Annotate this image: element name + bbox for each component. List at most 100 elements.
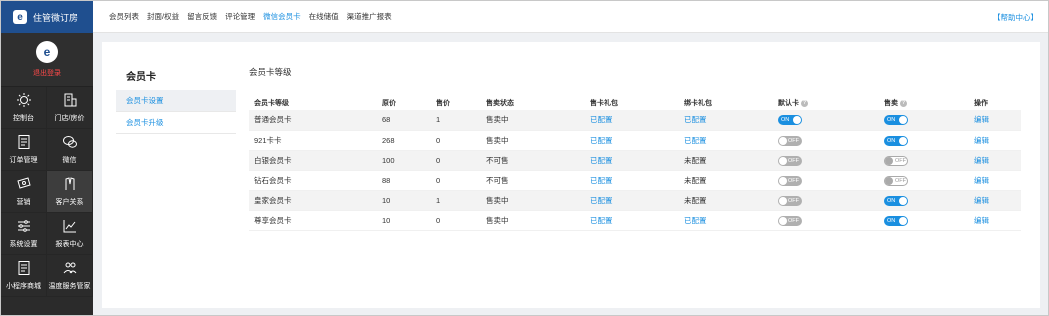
top-tab-3[interactable]: 评论管理 — [225, 11, 255, 22]
sell-toggle[interactable]: ON — [884, 215, 908, 226]
nav-item-7[interactable]: 报表中心 — [47, 213, 93, 255]
default-card-toggle[interactable]: OFF — [778, 195, 802, 206]
price-cell: 0 — [431, 170, 481, 191]
sub-nav: 会员卡 会员卡设置 会员卡升级 — [116, 60, 236, 134]
toggle-label: OFF — [788, 177, 799, 184]
default-card-cell: OFF — [773, 170, 879, 191]
brand[interactable]: e 住管微订房 — [1, 1, 93, 33]
toggle-label: OFF — [788, 217, 799, 224]
column-header: 原价 — [377, 98, 431, 110]
sell-toggle[interactable]: ON — [884, 135, 908, 146]
nav-item-6[interactable]: 系统设置 — [1, 213, 47, 255]
table-row: 尊享会员卡 10 0 售卖中 已配置 已配置 OFF ON 编辑 — [249, 210, 1021, 231]
sale-gift-link[interactable]: 已配置 — [585, 190, 679, 211]
column-header-label: 售价 — [436, 100, 450, 107]
nav-item-label: 营销 — [16, 199, 31, 206]
sell-toggle[interactable]: OFF — [884, 155, 908, 166]
toggle-knob — [885, 156, 893, 165]
sale-gift-link[interactable]: 已配置 — [585, 130, 679, 151]
sale-status-cell: 售卖中 — [481, 190, 585, 211]
nav-item-4[interactable]: 营销 — [1, 171, 47, 213]
content-panel: 会员卡 会员卡设置 会员卡升级 会员卡等级 会员卡等级 原价 售价 售卖状态 售卡礼包 绑卡… — [102, 42, 1040, 308]
sale-gift-link[interactable]: 已配置 — [585, 170, 679, 191]
table-row: 921卡卡 268 0 售卖中 已配置 已配置 OFF ON 编辑 — [249, 130, 1021, 151]
default-card-toggle[interactable]: OFF — [778, 175, 802, 186]
top-tab-1[interactable]: 封面/权益 — [147, 11, 179, 22]
edit-link[interactable]: 编辑 — [969, 190, 1021, 211]
column-header-label: 售卡礼包 — [590, 100, 618, 107]
nav-item-label: 客户关系 — [55, 199, 84, 206]
nav-item-label: 系统设置 — [9, 241, 38, 248]
level-cell: 921卡卡 — [249, 130, 377, 151]
default-card-toggle[interactable]: ON — [778, 115, 802, 126]
sale-status-cell: 不可售 — [481, 170, 585, 191]
table-row: 钻石会员卡 88 0 不可售 已配置 未配置 OFF OFF 编辑 — [249, 170, 1021, 191]
edit-link[interactable]: 编辑 — [969, 110, 1021, 131]
sell-cell: OFF — [879, 170, 969, 191]
level-cell: 皇家会员卡 — [249, 190, 377, 211]
edit-link[interactable]: 编辑 — [969, 210, 1021, 231]
bind-gift-cell: 未配置 — [679, 190, 773, 211]
price-cell: 0 — [431, 210, 481, 231]
toggle-label: ON — [887, 137, 896, 144]
section-title: 会员卡等级 — [249, 67, 292, 77]
nav-item-label: 报表中心 — [55, 241, 84, 248]
nav-item-label: 控制台 — [13, 115, 34, 122]
edit-link[interactable]: 编辑 — [969, 130, 1021, 151]
toggle-label: OFF — [895, 157, 906, 164]
top-tab-5[interactable]: 在线储值 — [309, 11, 339, 22]
question-icon[interactable]: ? — [900, 99, 907, 107]
avatar[interactable]: e — [36, 41, 58, 63]
member-card-levels: 会员卡等级 会员卡等级 原价 售价 售卖状态 售卡礼包 绑卡礼包 默认卡? 售卖? 操作 普通会… — [249, 66, 1021, 231]
default-card-toggle[interactable]: OFF — [778, 215, 802, 226]
question-icon[interactable]: ? — [801, 99, 808, 107]
toggle-knob — [779, 176, 787, 185]
toggle-knob — [885, 176, 893, 185]
bind-gift-link[interactable]: 已配置 — [679, 210, 773, 231]
nav-item-0[interactable]: 控制台 — [1, 87, 47, 129]
sale-gift-link[interactable]: 已配置 — [585, 150, 679, 171]
wechat-icon — [62, 134, 78, 155]
top-tab-6[interactable]: 渠道推广报表 — [347, 11, 392, 22]
sub-nav-item-1[interactable]: 会员卡升级 — [116, 112, 236, 134]
column-header-label: 绑卡礼包 — [684, 100, 712, 107]
column-header: 售卖状态 — [481, 98, 585, 110]
sliders-icon — [16, 218, 32, 239]
edit-link[interactable]: 编辑 — [969, 150, 1021, 171]
sell-toggle[interactable]: ON — [884, 115, 908, 126]
level-cell: 普通会员卡 — [249, 110, 377, 131]
help-center-link[interactable]: 【帮助中心】 — [993, 12, 1038, 23]
column-header: 绑卡礼包 — [679, 98, 773, 110]
column-header: 售卖? — [879, 98, 969, 110]
nav-item-2[interactable]: 订单管理 — [1, 129, 47, 171]
edit-link[interactable]: 编辑 — [969, 170, 1021, 191]
top-tab-4[interactable]: 微信会员卡 — [263, 11, 301, 22]
sell-toggle[interactable]: ON — [884, 195, 908, 206]
sale-gift-link[interactable]: 已配置 — [585, 110, 679, 131]
sub-nav-title: 会员卡 — [126, 71, 156, 83]
logout-link[interactable]: 退出登录 — [33, 68, 61, 78]
sale-gift-link[interactable]: 已配置 — [585, 210, 679, 231]
nav-item-9[interactable]: 温度服务管家 — [47, 255, 93, 297]
default-card-cell: OFF — [773, 130, 879, 151]
nav-item-1[interactable]: 门店/房价 — [47, 87, 93, 129]
top-tab-2[interactable]: 留言反馈 — [187, 11, 217, 22]
default-card-cell: OFF — [773, 150, 879, 171]
default-card-toggle[interactable]: OFF — [778, 155, 802, 166]
table-row: 普通会员卡 68 1 售卖中 已配置 已配置 ON ON 编辑 — [249, 110, 1021, 131]
bind-gift-link[interactable]: 已配置 — [679, 130, 773, 151]
people-icon — [62, 260, 78, 281]
top-tab-0[interactable]: 会员列表 — [109, 11, 139, 22]
building-icon — [62, 92, 78, 113]
nav-item-label: 门店/房价 — [54, 115, 85, 122]
bind-gift-link[interactable]: 已配置 — [679, 110, 773, 131]
nav-item-label: 订单管理 — [9, 157, 38, 164]
default-card-cell: OFF — [773, 210, 879, 231]
sell-toggle[interactable]: OFF — [884, 175, 908, 186]
sale-status-cell: 不可售 — [481, 150, 585, 171]
nav-item-8[interactable]: 小程序商城 — [1, 255, 47, 297]
default-card-toggle[interactable]: OFF — [778, 135, 802, 146]
nav-item-3[interactable]: 微信 — [47, 129, 93, 171]
nav-item-5[interactable]: 客户关系 — [47, 171, 93, 213]
sub-nav-item-0[interactable]: 会员卡设置 — [116, 90, 236, 112]
